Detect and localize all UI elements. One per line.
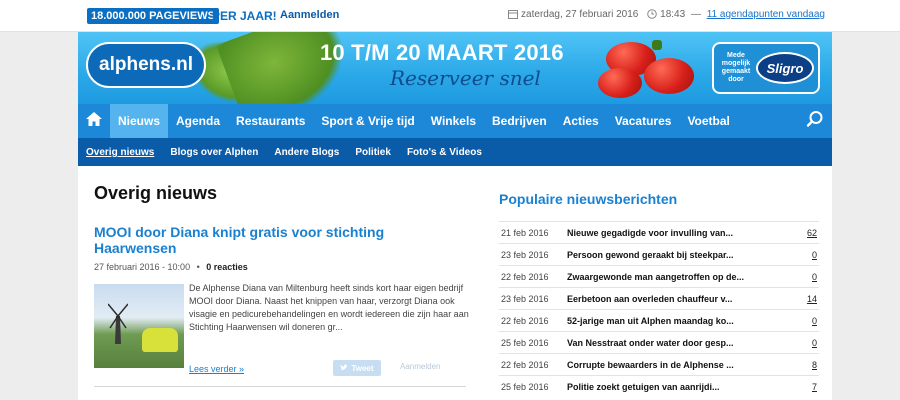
page-title: Overig nieuws [94,183,218,203]
sligro-logo: Sligro [756,52,814,84]
home-icon [85,111,103,132]
current-time: 18:43 [660,9,686,20]
nav-item-nieuws[interactable]: Nieuws [110,104,169,138]
nav-item-restaurants[interactable]: Restaurants [228,104,313,138]
main-nav: Nieuws Agenda Restaurants Sport & Vrije … [78,104,832,138]
nav-item-agenda[interactable]: Agenda [168,104,228,138]
twitter-icon [340,364,349,373]
popular-news-row[interactable]: 23 feb 2016 Persoon gewond geraakt bij s… [499,243,819,265]
popular-news-date: 21 feb 2016 [501,228,549,238]
agenda-today-link[interactable]: 11 agendapunten vandaag [707,9,825,20]
nav-item-bedrijven[interactable]: Bedrijven [484,104,555,138]
calendar-icon [508,9,519,23]
home-button[interactable] [78,104,110,138]
main-content: Overig nieuws MOOI door Diana knipt grat… [78,166,832,400]
header-banner: alphens.nl 10 T/M 20 MAART 2016 Reservee… [78,32,832,104]
popular-news-date: 22 feb 2016 [501,272,549,282]
popular-news-row[interactable]: 23 feb 2016 Eerbetoon aan overleden chau… [499,287,819,309]
popular-news-date: 23 feb 2016 [501,294,549,304]
top-bar: 18.000.000 PAGEVIEWS PER JAAR! Aanmelden… [0,0,900,32]
popular-news-comment-count[interactable]: 8 [812,360,817,370]
popular-news-comment-count[interactable]: 0 [812,316,817,326]
popular-news-link[interactable]: Politie zoekt getuigen van aanrijdi... [567,382,792,392]
popular-news-link[interactable]: Nieuwe gegadigde voor invulling van... [567,228,792,238]
popular-news-date: 25 feb 2016 [501,338,549,348]
tweet-label: Tweet [351,363,374,373]
popular-news-row[interactable]: 25 feb 2016 Politie zoekt getuigen van a… [499,375,819,397]
popular-news-comment-count[interactable]: 0 [812,272,817,282]
popular-news-row[interactable]: 22 feb 2016 52-jarige man uit Alphen maa… [499,309,819,331]
car-image [142,328,178,352]
subnav-item-fotos-videos[interactable]: Foto's & Videos [407,147,482,158]
subnav-item-andere-blogs[interactable]: Andere Blogs [274,147,339,158]
nav-item-voetbal[interactable]: Voetbal [679,104,737,138]
sponsor-tagline: Mede mogelijk gemaakt door [721,52,751,83]
article-date: 27 februari 2016 - 10:00 [94,262,191,272]
popular-news-comment-count[interactable]: 0 [812,338,817,348]
promo-subtitle: Reserveer snel [390,66,541,90]
popular-news-link[interactable]: Eerbetoon aan overleden chauffeur v... [567,294,792,304]
popular-news-comment-count[interactable]: 7 [812,382,817,392]
popular-news-link[interactable]: Persoon gewond geraakt bij steekpar... [567,250,792,260]
article-thumbnail[interactable] [94,284,184,368]
popular-news-link[interactable]: Zwaargewonde man aangetroffen op de... [567,272,792,282]
article-title[interactable]: MOOI door Diana knipt gratis voor sticht… [94,224,394,256]
login-link[interactable]: Aanmelden [280,8,339,22]
nav-item-winkels[interactable]: Winkels [423,104,484,138]
date-time-info: zaterdag, 27 februari 2016 18:43 — 11 ag… [508,9,825,23]
pageviews-suffix: PER JAAR! [212,9,277,23]
subnav-item-politiek[interactable]: Politiek [355,147,391,158]
subnav-item-blogs-over-alphen[interactable]: Blogs over Alphen [170,147,258,158]
windmill-image [108,303,128,344]
popular-news-date: 22 feb 2016 [501,360,549,370]
popular-news-row[interactable]: 22 feb 2016 Corrupte bewaarders in de Al… [499,353,819,375]
article-login-link[interactable]: Aanmelden [400,362,440,371]
search-icon [806,110,824,133]
popular-news-row[interactable]: 22 feb 2016 Zwaargewonde man aangetroffe… [499,265,819,287]
search-button[interactable] [798,104,832,138]
nav-item-vacatures[interactable]: Vacatures [607,104,680,138]
nav-item-sport[interactable]: Sport & Vrije tijd [313,104,422,138]
popular-news-list: 21 feb 2016 Nieuwe gegadigde voor invull… [499,221,819,397]
sponsor-logo[interactable]: Mede mogelijk gemaakt door Sligro [712,42,820,94]
popular-news-row[interactable]: 21 feb 2016 Nieuwe gegadigde voor invull… [499,221,819,243]
sub-nav: Overig nieuws Blogs over Alphen Andere B… [78,138,832,166]
article-reactions[interactable]: 0 reacties [206,262,248,272]
popular-news-date: 25 feb 2016 [501,382,549,392]
popular-news-row[interactable]: 25 feb 2016 Van Nesstraat onder water do… [499,331,819,353]
clock-icon [647,9,657,23]
popular-news-title: Populaire nieuwsberichten [499,191,678,207]
popular-news-link[interactable]: Van Nesstraat onder water door gesp... [567,338,792,348]
article-meta: 27 februari 2016 - 10:00 • 0 reacties [94,262,248,272]
site-logo[interactable]: alphens.nl [86,42,206,88]
tweet-button[interactable]: Tweet [333,360,381,376]
popular-news-link[interactable]: Corrupte bewaarders in de Alphense ... [567,360,792,370]
popular-news-comment-count[interactable]: 14 [807,294,817,304]
article-excerpt: De Alphense Diana van Miltenburg heeft s… [189,283,469,332]
article-divider [94,386,466,387]
read-more-link[interactable]: Lees verder » [189,364,244,374]
promo-title: 10 T/M 20 MAART 2016 [320,40,564,65]
pageviews-badge: 18.000.000 PAGEVIEWS [87,8,219,24]
current-date: zaterdag, 27 februari 2016 [521,9,639,20]
popular-news-comment-count[interactable]: 0 [812,250,817,260]
subnav-item-overig-nieuws[interactable]: Overig nieuws [86,147,154,158]
nav-item-acties[interactable]: Acties [555,104,607,138]
popular-news-comment-count[interactable]: 62 [807,228,817,238]
popular-news-date: 23 feb 2016 [501,250,549,260]
popular-news-link[interactable]: 52-jarige man uit Alphen maandag ko... [567,316,792,326]
popular-news-date: 22 feb 2016 [501,316,549,326]
